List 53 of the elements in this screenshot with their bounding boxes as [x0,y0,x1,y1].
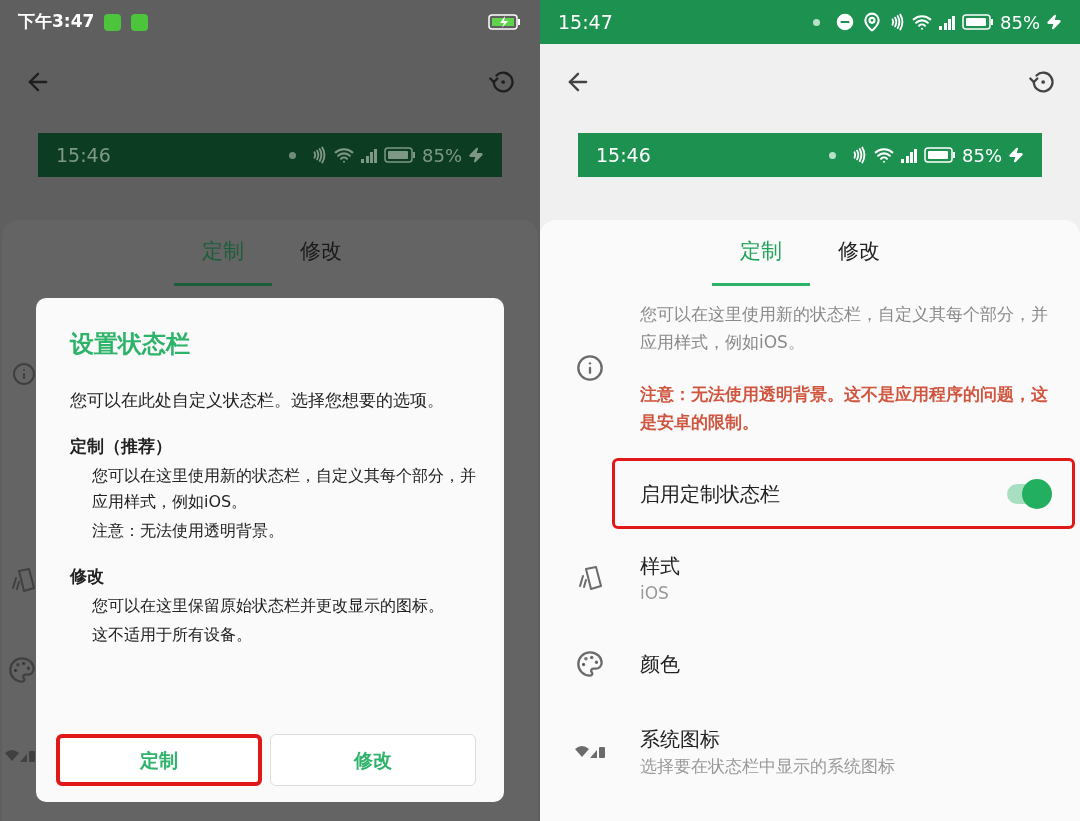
battery-percent: 85% [1000,10,1040,35]
section-text: 注意：无法使用透明背景。 [91,520,285,542]
status-time: 下午3:47 [18,10,95,34]
charging-icon [1008,147,1024,163]
dialog-intro: 您可以在此处自定义状态栏。选择您想要的选项。 [70,389,445,412]
toggle-label: 启用定制状态栏 [640,480,780,508]
section-text: 您可以在这里保留原始状态栏并更改显示的图标。 [91,595,445,617]
signal-icon [938,14,956,30]
battery-icon [924,147,956,163]
toggle-row[interactable]: 启用定制状态栏 [612,458,1075,529]
item-title: 系统图标 [640,725,721,753]
warning-text: 注意：无法使用透明背景。这不是应用程序的问题，这是安卓的限制。 [640,383,1049,434]
section-heading: 定制（推荐） [70,435,173,458]
tab[interactable]: 修改 [810,220,908,286]
palette-icon [8,656,36,684]
preview-battery-percent: 85% [422,143,462,168]
location-icon [862,12,882,32]
wifi-icon [874,145,894,165]
section-text: 这不适用于所有设备。 [91,624,253,646]
wifi-icon [912,12,932,32]
phone-icon [577,566,603,592]
battery-icon [384,147,416,163]
signal-icon [360,147,378,163]
wifi-icon [334,145,354,165]
battery-charging-icon [488,13,522,31]
info-icon [12,362,36,386]
app-notification-icon [104,13,122,31]
item-subtitle: 选择要在状态栏中显示的系统图标 [640,754,895,778]
battery-icon [962,14,994,30]
info-icon [576,354,604,382]
preview-time: 15:46 [56,142,111,168]
item-title: 颜色 [640,651,680,678]
settings-item[interactable]: 颜色 [540,619,1080,709]
palette-icon [576,650,604,678]
preview-battery-percent: 85% [962,143,1002,168]
dialog-title: 设置状态栏 [70,329,191,360]
settings-item[interactable]: 样式 iOS [540,539,1080,619]
settings-item[interactable]: 系统图标 选择要在状态栏中显示的系统图标 [540,709,1080,794]
item-subtitle: iOS [640,582,670,605]
phone-icon [10,568,36,594]
section-text: 您可以在这里使用新的状态栏，自定义其每个部分，并应用样式，例如iOS。 [91,465,477,513]
info-text: 您可以在这里使用新的状态栏，自定义其每个部分，并应用样式，例如iOS。 [640,303,1049,354]
wifi-signal-icon [574,743,606,760]
signal-icon [900,147,918,163]
preview-time: 15:46 [596,142,651,168]
section-heading: 修改 [70,565,105,588]
status-time: 15:47 [558,9,613,35]
do-not-disturb-icon [834,11,856,33]
app-notification-icon [131,13,149,31]
charging-icon [1046,14,1062,30]
wifi-signal-icon [4,748,36,764]
item-title: 样式 [640,553,680,580]
charging-icon [468,147,484,163]
